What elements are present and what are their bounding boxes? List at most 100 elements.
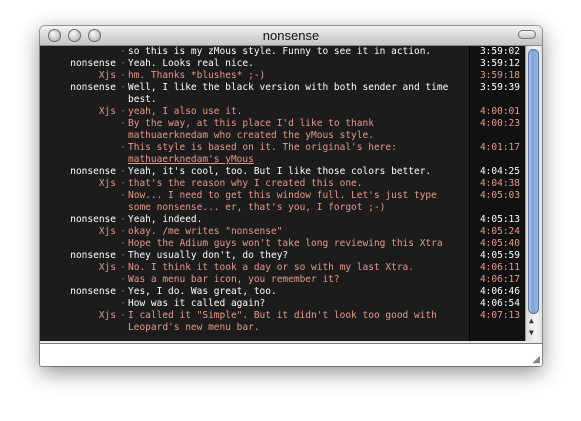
separator-dot-icon: · <box>120 82 126 93</box>
message-text: I called it "Simple". But it didn't look… <box>128 310 468 334</box>
message-row: Xjs · No. I think it took a day or so with… <box>40 262 526 274</box>
separator-dot-icon: · <box>120 190 126 201</box>
message-timestamp: 4:04:25 <box>479 166 520 177</box>
message-body: Yeah. Looks real nice. <box>128 58 254 69</box>
message-row: nonsense · Well, I like the black version … <box>40 82 526 106</box>
resize-grip-icon[interactable]: ◢ <box>532 354 540 365</box>
message-body: okay. /me writes "nonsense" <box>128 226 283 237</box>
message-timestamp: 4:04:38 <box>479 178 520 189</box>
message-row: Xjs · that's the reason why I created this… <box>40 178 526 190</box>
message-sender: nonsense <box>70 166 116 177</box>
message-text: By the way, at this place I'd like to th… <box>128 118 468 142</box>
message-text: Now... I need to get this window full. L… <box>128 190 468 214</box>
message-timestamp: 4:01:17 <box>479 142 520 153</box>
separator-dot-icon: · <box>120 298 126 309</box>
separator-dot-icon: · <box>120 262 126 273</box>
message-timestamp: 4:05:24 <box>479 226 520 237</box>
message-text: hm. Thanks *blushes* ;-) <box>128 70 468 82</box>
separator-dot-icon: · <box>120 178 126 189</box>
message-row: · This style is based on it. The original… <box>40 142 526 166</box>
message-timestamp: 4:00:01 <box>479 106 520 117</box>
message-sender: nonsense <box>70 250 116 261</box>
message-sender: Xjs <box>98 106 116 117</box>
separator-dot-icon: · <box>120 58 126 69</box>
message-body: hm. Thanks *blushes* ;-) <box>128 70 266 81</box>
message-sender: Xjs <box>98 178 116 189</box>
message-timestamp: 4:05:03 <box>479 190 520 201</box>
message-row: nonsense · They usually don't, do they? 4:0… <box>40 250 526 262</box>
message-body: Yes, I do. Was great, too. <box>128 286 277 297</box>
separator-dot-icon: · <box>120 238 126 249</box>
separator-dot-icon: · <box>120 286 126 297</box>
message-timestamp: 3:59:39 <box>479 82 520 93</box>
separator-dot-icon: · <box>120 250 126 261</box>
message-text: How was it called again? <box>128 298 468 310</box>
message-timestamp: 3:59:12 <box>479 58 520 69</box>
message-body: that's the reason why I created this one… <box>128 178 363 189</box>
separator-dot-icon: · <box>120 214 126 225</box>
message-body: I called it "Simple". But it didn't look… <box>128 310 437 333</box>
separator-dot-icon: · <box>120 46 126 57</box>
message-input[interactable]: ◢ <box>40 343 542 366</box>
message-row: · Was a menu bar icon, you remember it? 4:… <box>40 274 526 286</box>
message-text: Hope the Adium guys won't take long revi… <box>128 238 468 250</box>
scroll-up-arrow-icon[interactable]: ▲ <box>529 316 534 325</box>
message-row: · By the way, at this place I'd like to t… <box>40 118 526 142</box>
message-text: Yeah, indeed. <box>128 214 468 226</box>
separator-dot-icon: · <box>120 70 126 81</box>
message-text: Was a menu bar icon, you remember it? <box>128 274 468 286</box>
message-row: Xjs · okay. /me writes "nonsense" 4:05:24 <box>40 226 526 238</box>
message-body: How was it called again? <box>128 298 266 309</box>
message-timestamp: 4:06:46 <box>479 286 520 297</box>
chat-window: nonsense · so this is my zMous style. Fun… <box>40 26 542 366</box>
message-row: Xjs · hm. Thanks *blushes* ;-) 3:59:18 <box>40 70 526 82</box>
message-row: · Now... I need to get this window full. … <box>40 190 526 214</box>
message-timestamp: 4:00:23 <box>479 118 520 129</box>
toolbar-toggle-button[interactable] <box>518 30 536 39</box>
message-sender: Xjs <box>98 310 116 321</box>
message-row: nonsense · Yeah, it's cool, too. But I lik… <box>40 166 526 178</box>
message-text: They usually don't, do they? <box>128 250 468 262</box>
message-text: Well, I like the black version with both… <box>128 82 468 106</box>
separator-dot-icon: · <box>120 106 126 117</box>
message-row: nonsense · Yeah. Looks real nice. 3:59:12 <box>40 58 526 70</box>
message-body: Was a menu bar icon, you remember it? <box>128 274 340 285</box>
message-row: · Hope the Adium guys won't take long rev… <box>40 238 526 250</box>
message-text: Yeah, it's cool, too. But I like those c… <box>128 166 468 178</box>
message-sender: Xjs <box>98 226 116 237</box>
separator-dot-icon: · <box>120 310 126 321</box>
window-title: nonsense <box>262 28 320 43</box>
separator-dot-icon: · <box>120 166 126 177</box>
message-body: Yeah, it's cool, too. But I like those c… <box>128 166 432 177</box>
message-body: yeah, I also use it. <box>128 106 243 117</box>
message-timestamp: 4:06:54 <box>479 298 520 309</box>
message-row: · so this is my zMous style. Funny to see… <box>40 46 526 58</box>
message-timestamp: 4:05:40 <box>479 238 520 249</box>
message-timestamp: 4:06:17 <box>479 274 520 285</box>
message-body: They usually don't, do they? <box>128 250 289 261</box>
message-body: This style is based on it. The original'… <box>128 142 397 153</box>
message-body: Now... I need to get this window full. L… <box>128 190 437 213</box>
message-text: so this is my zMous style. Funny to see … <box>128 46 468 58</box>
message-row: nonsense · Yes, I do. Was great, too. 4:06:… <box>40 286 526 298</box>
message-text: Yes, I do. Was great, too. <box>128 286 468 298</box>
scroll-down-arrow-icon[interactable]: ▼ <box>529 328 534 337</box>
scrollbar-thumb[interactable] <box>528 49 539 314</box>
message-timestamp: 4:06:11 <box>479 262 520 273</box>
message-sender: nonsense <box>70 286 116 297</box>
message-row: nonsense · Yeah, indeed. 4:05:13 <box>40 214 526 226</box>
message-timestamp: 3:59:02 <box>479 46 520 57</box>
message-link[interactable]: mathuaerknedam's yMous <box>128 154 254 165</box>
message-row: Xjs · I called it "Simple". But it didn't … <box>40 310 526 334</box>
message-sender: nonsense <box>70 214 116 225</box>
message-text: No. I think it took a day or so with my … <box>128 262 468 274</box>
message-body: so this is my zMous style. Funny to see … <box>128 46 432 57</box>
message-timestamp: 4:05:13 <box>479 214 520 225</box>
message-body: No. I think it took a day or so with my … <box>128 262 414 273</box>
message-row: · How was it called again? 4:06:54 <box>40 298 526 310</box>
title-bar: nonsense <box>40 26 542 46</box>
scrollbar[interactable]: ▲ ▼ <box>525 46 542 341</box>
message-body: By the way, at this place I'd like to th… <box>128 118 374 141</box>
message-text: that's the reason why I created this one… <box>128 178 468 190</box>
message-timestamp: 3:59:18 <box>479 70 520 81</box>
